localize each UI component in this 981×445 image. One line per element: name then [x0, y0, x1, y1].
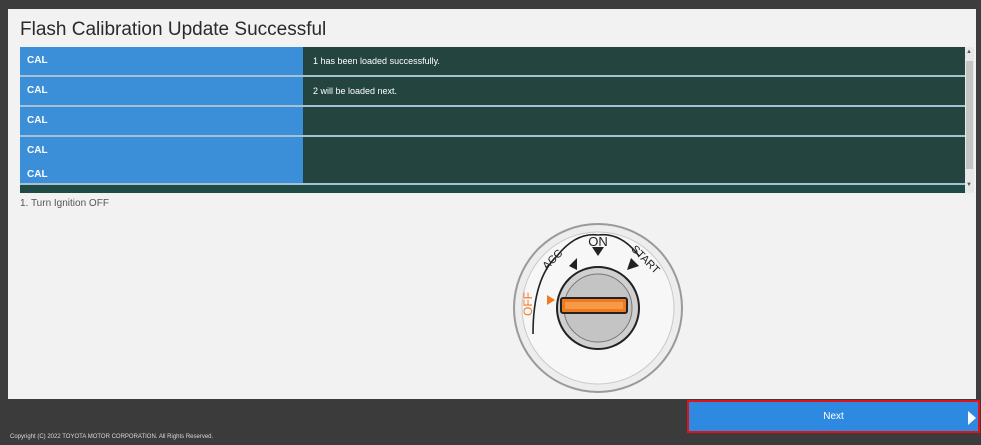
next-button-label: Next [823, 411, 844, 422]
table-row: CAL [20, 107, 965, 137]
arrow-right-icon [968, 411, 976, 425]
scroll-up-icon[interactable]: ▲ [966, 49, 972, 55]
cal-label: CAL [20, 155, 303, 183]
page-title: Flash Calibration Update Successful [20, 19, 327, 40]
cal-message: 1 has been loaded successfully. [303, 47, 965, 75]
main-panel: Flash Calibration Update Successful CAL … [8, 9, 976, 399]
cal-label: CAL [20, 77, 303, 105]
table-row: CAL [20, 155, 965, 185]
copyright-text: Copyright (C) 2022 TOYOTA MOTOR CORPORAT… [10, 434, 214, 440]
ignition-label-off: OFF [521, 292, 535, 316]
cal-message: 2 will be loaded next. [303, 77, 965, 105]
cal-label: CAL [20, 47, 303, 75]
cal-message [303, 155, 965, 183]
scrollbar-thumb[interactable] [966, 61, 973, 169]
scroll-down-icon[interactable]: ▼ [966, 182, 972, 188]
next-button[interactable]: Next [687, 400, 980, 433]
cal-label: CAL [20, 107, 303, 135]
cal-message [303, 107, 965, 135]
ignition-dial-illustration: ON ACC START OFF [513, 223, 683, 393]
table-scrollbar[interactable]: ▲ ▼ [965, 47, 974, 193]
ignition-label-on: ON [588, 234, 608, 249]
calibration-table: CAL 1 has been loaded successfully. CAL … [20, 47, 965, 193]
table-row: CAL 2 will be loaded next. [20, 77, 965, 107]
table-row: CAL 1 has been loaded successfully. [20, 47, 965, 77]
instruction-text: 1. Turn Ignition OFF [20, 198, 109, 209]
